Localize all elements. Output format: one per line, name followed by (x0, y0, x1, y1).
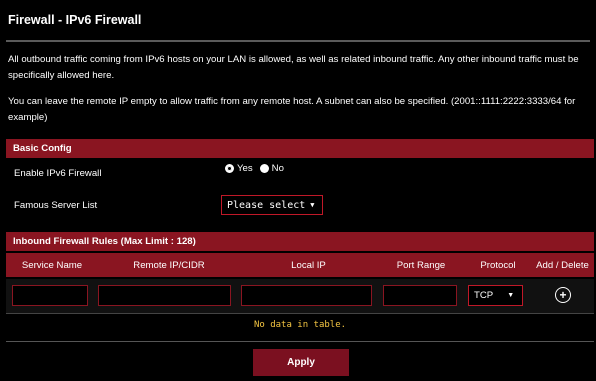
description-outbound: All outbound traffic coming from IPv6 ho… (8, 54, 579, 81)
column-header-local-ip: Local IP (291, 259, 326, 271)
radio-no-label: No (271, 163, 284, 174)
enable-ipv6-firewall-label: Enable IPv6 Firewall (14, 168, 102, 179)
local-ip-input[interactable] (241, 285, 372, 306)
chevron-down-icon: ▼ (507, 292, 515, 299)
radio-yes-label: Yes (237, 163, 253, 174)
famous-server-list-value: Please select (227, 199, 306, 211)
column-header-remote-ip: Remote IP/CIDR (133, 259, 205, 271)
column-header-add-delete: Add / Delete (536, 259, 589, 271)
page-title: Firewall - IPv6 Firewall (8, 13, 142, 27)
rules-column-header-row: Service Name Remote IP/CIDR Local IP Por… (6, 253, 594, 277)
radio-no[interactable] (259, 164, 269, 173)
radio-yes[interactable] (225, 164, 234, 173)
inbound-rules-header: Inbound Firewall Rules (Max Limit : 128) (6, 232, 594, 251)
column-header-service-name: Service Name (21, 259, 83, 271)
footer-divider (6, 341, 594, 342)
famous-server-list-label: Famous Server List (14, 200, 98, 211)
title-divider (6, 40, 590, 42)
add-rule-icon[interactable]: + (555, 287, 571, 303)
chevron-down-icon: ▼ (310, 201, 315, 209)
empty-table-message: No data in table. (253, 320, 347, 330)
protocol-value: TCP (474, 290, 494, 301)
service-name-input[interactable] (12, 285, 88, 306)
apply-button[interactable]: Apply (253, 349, 349, 376)
column-header-protocol: Protocol (480, 259, 516, 271)
famous-server-list-select[interactable]: Please select ▼ (221, 195, 323, 215)
remote-ip-input[interactable] (98, 285, 231, 306)
enable-ipv6-firewall-radio-group: Yes No (225, 163, 284, 174)
basic-config-header: Basic Config (6, 139, 594, 158)
protocol-select[interactable]: TCP ▼ (468, 285, 523, 306)
description-remote-ip: You can leave the remote IP empty to all… (8, 96, 576, 123)
column-header-port-range: Port Range (396, 259, 446, 271)
firewall-panel: Firewall - IPv6 Firewall All outbound tr… (0, 0, 596, 381)
port-range-input[interactable] (383, 285, 457, 306)
